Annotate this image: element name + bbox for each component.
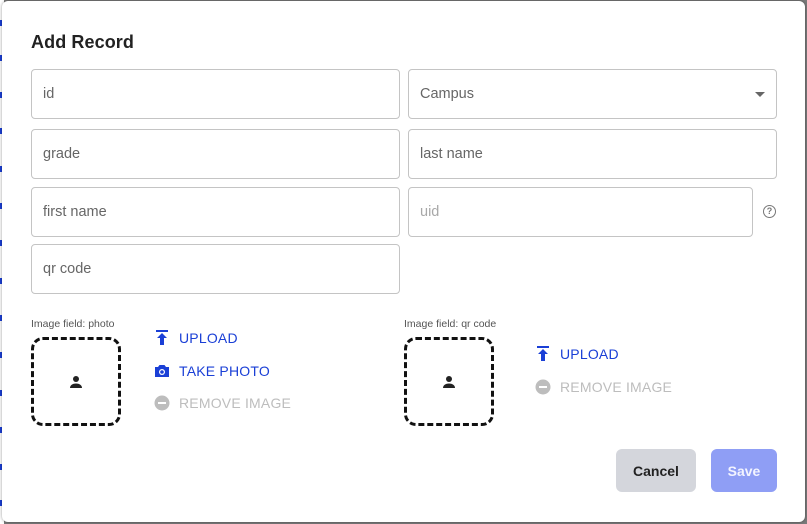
help-circle-icon[interactable]: ? (763, 205, 776, 218)
qr-code-upload-button[interactable]: UPLOAD (535, 346, 619, 362)
uid-field: uid (408, 187, 753, 237)
cancel-button[interactable]: Cancel (616, 449, 696, 492)
qr-code-upload-label: UPLOAD (560, 346, 619, 362)
qr-code-image-dropzone[interactable] (404, 337, 494, 426)
photo-remove-image-button: REMOVE IMAGE (154, 395, 291, 411)
upload-icon (535, 346, 551, 362)
id-field[interactable]: id (31, 69, 400, 119)
remove-circle-icon (154, 395, 170, 411)
take-photo-button[interactable]: TAKE PHOTO (154, 363, 270, 379)
qr-code-field-placeholder: qr code (43, 261, 92, 277)
grade-field-placeholder: grade (43, 146, 81, 162)
campus-select[interactable]: Campus (408, 69, 777, 119)
campus-select-placeholder: Campus (420, 86, 474, 102)
person-icon (443, 375, 455, 388)
dialog-title: Add Record (31, 32, 135, 52)
qr-code-image-label: Image field: qr code (404, 318, 497, 330)
last-name-field[interactable]: last name (408, 129, 777, 179)
grade-field[interactable]: grade (31, 129, 400, 179)
photo-remove-image-label: REMOVE IMAGE (179, 395, 292, 411)
take-photo-label: TAKE PHOTO (179, 363, 270, 379)
first-name-field-placeholder: first name (43, 204, 107, 220)
first-name-field[interactable]: first name (31, 187, 400, 237)
uid-field-placeholder: uid (420, 204, 440, 220)
id-field-placeholder: id (43, 86, 55, 102)
save-button[interactable]: Save (711, 449, 777, 492)
qr-code-remove-image-label: REMOVE IMAGE (560, 379, 673, 395)
person-icon (70, 375, 82, 388)
photo-image-dropzone[interactable] (31, 337, 121, 426)
qr-code-remove-image-button: REMOVE IMAGE (535, 379, 672, 395)
remove-circle-icon (535, 379, 551, 395)
add-record-dialog: Add Record id Campus grade last name fir… (2, 1, 805, 522)
qr-code-field[interactable]: qr code (31, 244, 400, 294)
camera-icon (154, 363, 170, 379)
last-name-field-placeholder: last name (420, 146, 483, 162)
photo-upload-button[interactable]: UPLOAD (154, 330, 238, 346)
photo-upload-label: UPLOAD (179, 330, 238, 346)
upload-icon (154, 330, 170, 346)
caret-down-icon (755, 92, 765, 97)
photo-image-label: Image field: photo (31, 318, 115, 330)
